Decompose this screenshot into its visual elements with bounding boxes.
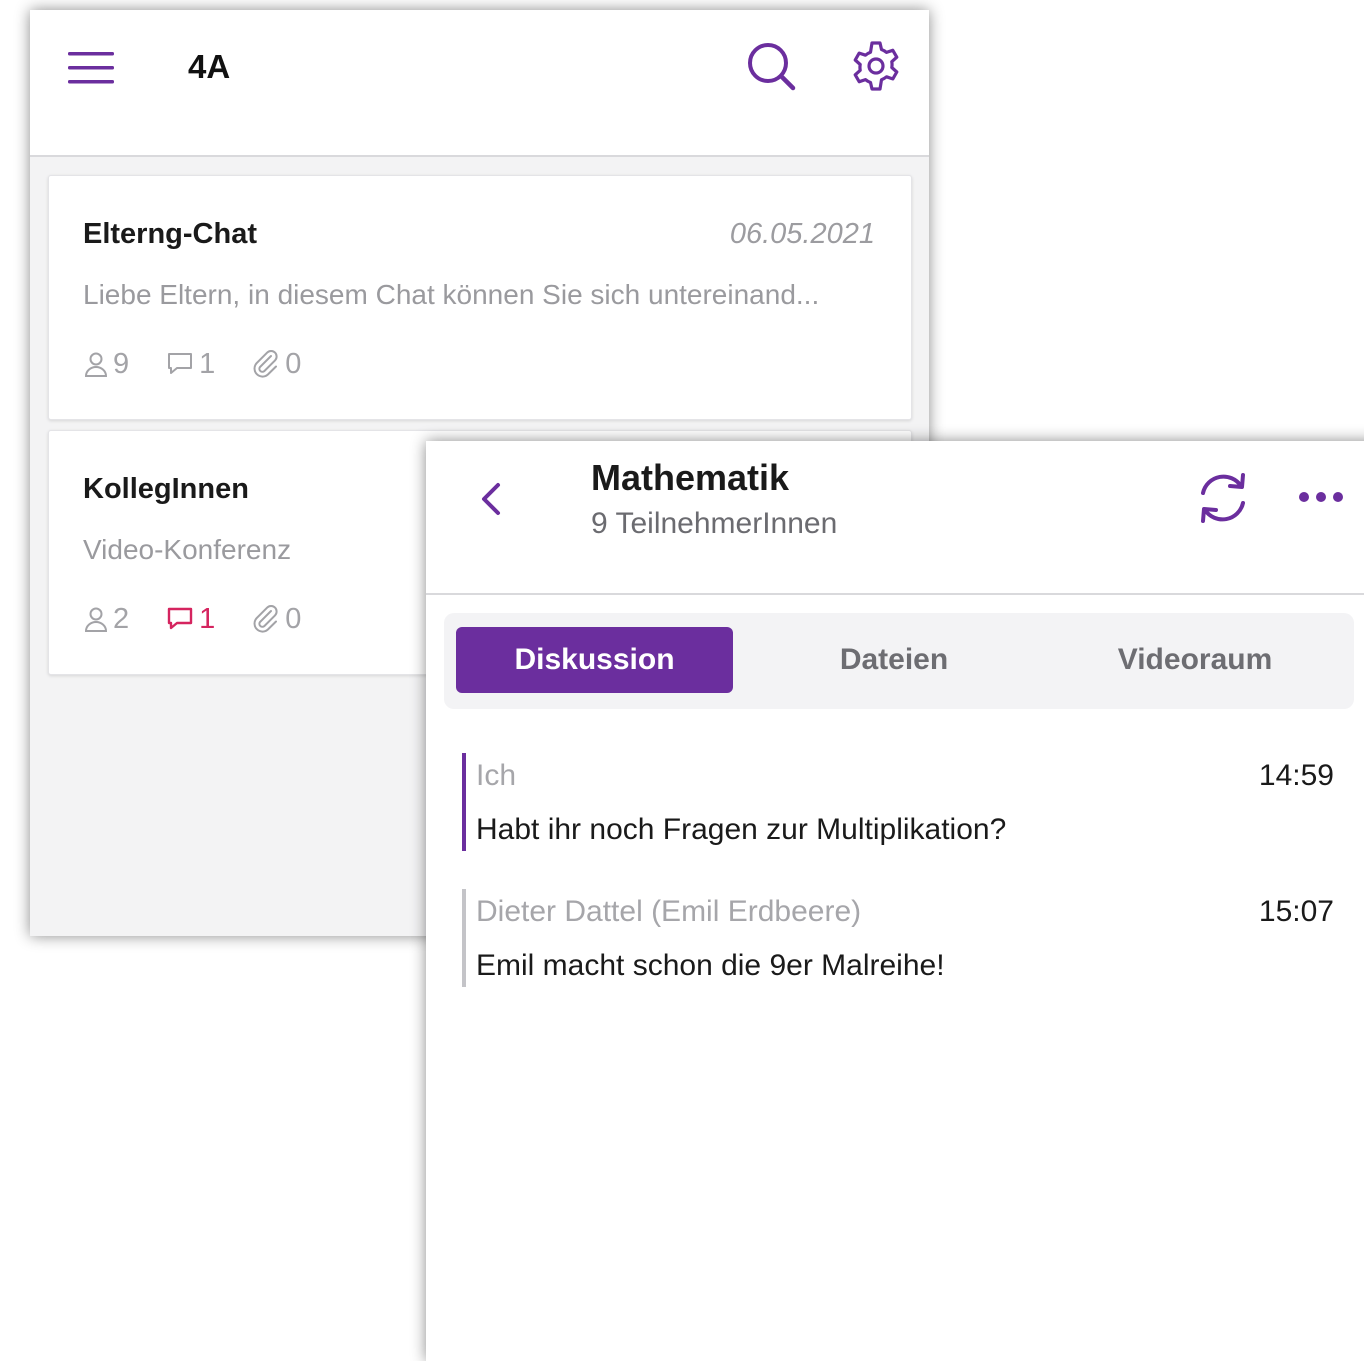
message-item[interactable]: Ich 14:59 Habt ihr noch Fragen zur Multi… — [462, 753, 1342, 851]
chevron-left-icon[interactable] — [474, 479, 508, 519]
comments-count: 1 — [199, 347, 216, 380]
message-text: Emil macht schon die 9er Malreihe! — [476, 949, 945, 982]
comments-count: 1 — [199, 602, 216, 635]
group-list-header: 4A — [30, 10, 929, 157]
own-message-indicator — [462, 753, 466, 851]
gear-icon[interactable] — [848, 38, 904, 94]
card-date: 06.05.2021 — [729, 218, 875, 250]
paperclip-icon — [253, 350, 278, 378]
members-count: 9 — [113, 347, 130, 380]
attachments-count: 0 — [285, 602, 302, 635]
members-stat: 9 — [83, 348, 129, 381]
tab-diskussion[interactable]: Diskussion — [456, 627, 733, 693]
chat-header: Mathematik 9 TeilnehmerInnen — [426, 441, 1364, 595]
comment-icon — [167, 607, 193, 630]
hamburger-menu-icon[interactable] — [68, 50, 114, 86]
attachments-count: 0 — [285, 347, 302, 380]
card-stats: 2 1 0 — [83, 601, 337, 637]
message-time: 15:07 — [1258, 895, 1334, 928]
members-stat: 2 — [83, 603, 129, 636]
card-preview: Liebe Eltern, in diesem Chat können Sie … — [83, 279, 820, 310]
comments-stat: 1 — [165, 348, 215, 381]
search-icon[interactable] — [745, 40, 797, 92]
members-count: 2 — [113, 602, 130, 635]
tab-dateien[interactable]: Dateien — [764, 627, 1024, 693]
message-author: Ich — [476, 759, 517, 792]
attachments-stat: 0 — [251, 348, 301, 381]
comment-icon — [168, 353, 193, 374]
card-title: Elterng-Chat — [83, 218, 257, 250]
chat-card-elterng-chat[interactable]: Elterng-Chat 06.05.2021 Liebe Eltern, in… — [48, 175, 912, 420]
chat-detail-screen: Mathematik 9 TeilnehmerInnen Diskussion … — [426, 441, 1364, 1361]
attachments-stat: 0 — [251, 603, 301, 636]
more-horizontal-icon[interactable] — [1298, 489, 1344, 505]
participants-count: 9 TeilnehmerInnen — [591, 507, 838, 540]
tab-bar: Diskussion Dateien Videoraum — [444, 613, 1354, 709]
person-icon — [84, 607, 108, 632]
paperclip-icon — [253, 605, 278, 633]
group-title: 4A — [188, 48, 231, 85]
card-title: KollegInnen — [83, 473, 249, 505]
message-time: 14:59 — [1258, 759, 1334, 792]
message-text: Habt ihr noch Fragen zur Multiplikation? — [476, 813, 1007, 846]
chat-title: Mathematik — [591, 457, 790, 498]
message-author: Dieter Dattel (Emil Erdbeere) — [476, 895, 862, 928]
message-item[interactable]: Dieter Dattel (Emil Erdbeere) 15:07 Emil… — [462, 889, 1342, 987]
person-icon — [84, 352, 108, 377]
unread-comments-stat: 1 — [165, 603, 215, 636]
card-stats: 9 1 0 — [83, 346, 337, 382]
refresh-icon[interactable] — [1194, 469, 1252, 527]
tab-videoraum[interactable]: Videoraum — [1064, 627, 1326, 693]
message-indicator — [462, 889, 466, 987]
